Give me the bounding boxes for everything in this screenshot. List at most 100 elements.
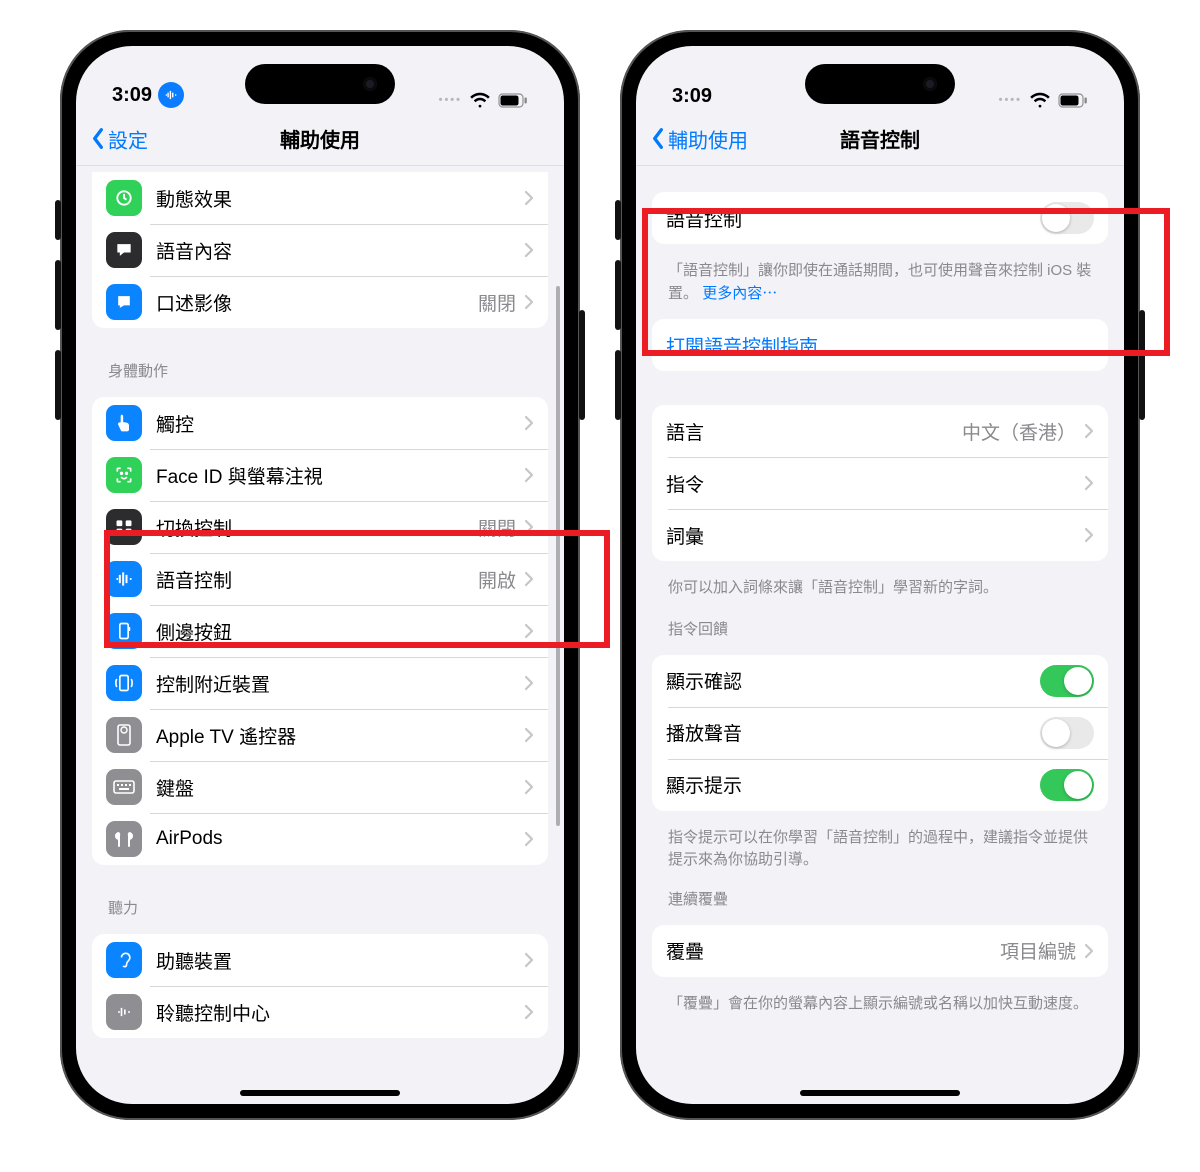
chevron-right-icon [524, 952, 534, 968]
group-guide: 打開語音控制指南 [652, 319, 1108, 371]
show-confirm-toggle[interactable] [1040, 665, 1094, 697]
row-switch-control[interactable]: 切換控制 關閉 [92, 501, 548, 553]
chevron-right-icon [524, 415, 534, 431]
row-label: Face ID 與螢幕注視 [156, 462, 524, 489]
footer-voice-toggle: 「語音控制」讓你即使在通話期間，也可使用聲音來控制 iOS 裝置。 更多內容⋯ [636, 254, 1124, 309]
status-time: 3:09 [112, 84, 152, 107]
dynamic-island [805, 64, 955, 104]
row-touch[interactable]: 觸控 [92, 397, 548, 449]
appletv-remote-icon [106, 717, 142, 753]
group-overlay: 覆疊 項目編號 [652, 925, 1108, 977]
back-button[interactable]: 輔助使用 [650, 124, 748, 153]
chevron-right-icon [1084, 527, 1094, 543]
learn-more-link[interactable]: 更多內容⋯ [702, 285, 777, 302]
chevron-right-icon [1084, 475, 1094, 491]
row-label: 鍵盤 [156, 774, 524, 801]
home-indicator[interactable] [240, 1090, 400, 1096]
row-commands[interactable]: 指令 [652, 457, 1108, 509]
group-body: 觸控 Face ID 與螢幕注視 切換控制 關閉 語音控制 [92, 397, 548, 865]
audio-description-icon [106, 284, 142, 320]
section-header-overlay: 連續覆疊 [636, 876, 1124, 915]
row-label: 指令 [666, 470, 1084, 497]
row-value: 關閉 [478, 514, 516, 541]
row-value: 中文（香港） [962, 418, 1076, 445]
back-label: 輔助使用 [668, 124, 748, 153]
nav-bar: 輔助使用 語音控制 [636, 112, 1124, 166]
group-hearing: 助聽裝置 聆聽控制中心 [92, 934, 548, 1038]
row-open-guide[interactable]: 打開語音控制指南 [652, 319, 1108, 371]
row-value: 開啟 [478, 566, 516, 593]
show-hint-toggle[interactable] [1040, 769, 1094, 801]
row-label: Apple TV 遙控器 [156, 722, 524, 749]
voice-control-toggle[interactable] [1040, 202, 1094, 234]
screen-left: 3:09 •••• 設定 輔助使用 [76, 46, 564, 1104]
chevron-right-icon [524, 831, 534, 847]
row-show-hint[interactable]: 顯示提示 [652, 759, 1108, 811]
back-label: 設定 [108, 124, 148, 153]
row-label: 語音內容 [156, 237, 524, 264]
content-area[interactable]: 語音控制 「語音控制」讓你即使在通話期間，也可使用聲音來控制 iOS 裝置。 更… [636, 166, 1124, 1104]
chevron-right-icon [1084, 423, 1094, 439]
row-appletv-remote[interactable]: Apple TV 遙控器 [92, 709, 548, 761]
row-audio-description[interactable]: 口述影像 關閉 [92, 276, 548, 328]
row-label: 顯示提示 [666, 771, 1040, 798]
row-show-confirm[interactable]: 顯示確認 [652, 655, 1108, 707]
touch-icon [106, 405, 142, 441]
section-header-feedback: 指令回饋 [636, 604, 1124, 645]
dynamic-island [245, 64, 395, 104]
footer-feedback: 指令提示可以在你學習「語音控制」的過程中，建議指令並提供提示來為你協助引導。 [636, 821, 1124, 876]
chevron-right-icon [524, 675, 534, 691]
row-hearing-center[interactable]: 聆聽控制中心 [92, 986, 548, 1038]
row-motion[interactable]: 動態效果 [92, 172, 548, 224]
home-indicator[interactable] [800, 1090, 960, 1096]
cellular-dots-icon: •••• [999, 94, 1022, 106]
row-value: 關閉 [478, 289, 516, 316]
row-voice-toggle[interactable]: 語音控制 [652, 192, 1108, 244]
chevron-right-icon [524, 623, 534, 639]
page-title: 語音控制 [840, 124, 920, 153]
content-area[interactable]: 動態效果 語音內容 口述影像 關閉 身體動作 [76, 166, 564, 1104]
group-language: 語言 中文（香港） 指令 詞彙 [652, 405, 1108, 561]
row-nearby-devices[interactable]: 控制附近裝置 [92, 657, 548, 709]
nav-bar: 設定 輔助使用 [76, 112, 564, 166]
row-label: 語音控制 [156, 566, 478, 593]
row-voice-control[interactable]: 語音控制 開啟 [92, 553, 548, 605]
group-feedback: 顯示確認 播放聲音 顯示提示 [652, 655, 1108, 811]
nearby-devices-icon [106, 665, 142, 701]
phone-left: 3:09 •••• 設定 輔助使用 [60, 30, 580, 1120]
chevron-right-icon [524, 779, 534, 795]
row-play-sound[interactable]: 播放聲音 [652, 707, 1108, 759]
switch-control-icon [106, 509, 142, 545]
chevron-right-icon [524, 1004, 534, 1020]
speech-icon [106, 232, 142, 268]
row-hearing-devices[interactable]: 助聽裝置 [92, 934, 548, 986]
row-vocabulary[interactable]: 詞彙 [652, 509, 1108, 561]
row-language[interactable]: 語言 中文（香港） [652, 405, 1108, 457]
chevron-right-icon [524, 571, 534, 587]
airpods-icon [106, 821, 142, 857]
row-side-button[interactable]: 側邊按鈕 [92, 605, 548, 657]
chevron-right-icon [1084, 943, 1094, 959]
row-airpods[interactable]: AirPods [92, 813, 548, 865]
row-label: 口述影像 [156, 289, 478, 316]
row-label: 動態效果 [156, 185, 524, 212]
row-faceid[interactable]: Face ID 與螢幕注視 [92, 449, 548, 501]
play-sound-toggle[interactable] [1040, 717, 1094, 749]
back-button[interactable]: 設定 [90, 124, 148, 153]
row-overlay[interactable]: 覆疊 項目編號 [652, 925, 1108, 977]
scrollbar[interactable] [556, 286, 560, 826]
voice-control-icon [106, 561, 142, 597]
row-label: 詞彙 [666, 522, 1084, 549]
chevron-right-icon [524, 519, 534, 535]
row-label: 聆聽控制中心 [156, 999, 524, 1026]
row-label: 語言 [666, 418, 962, 445]
motion-icon [106, 180, 142, 216]
row-keyboard[interactable]: 鍵盤 [92, 761, 548, 813]
row-label: AirPods [156, 828, 524, 850]
row-speech[interactable]: 語音內容 [92, 224, 548, 276]
row-label: 語音控制 [666, 205, 1040, 232]
phone-right: 3:09 •••• 輔助使用 語音控制 [620, 30, 1140, 1120]
screen-right: 3:09 •••• 輔助使用 語音控制 [636, 46, 1124, 1104]
page-title: 輔助使用 [280, 124, 360, 153]
row-label: 切換控制 [156, 514, 478, 541]
